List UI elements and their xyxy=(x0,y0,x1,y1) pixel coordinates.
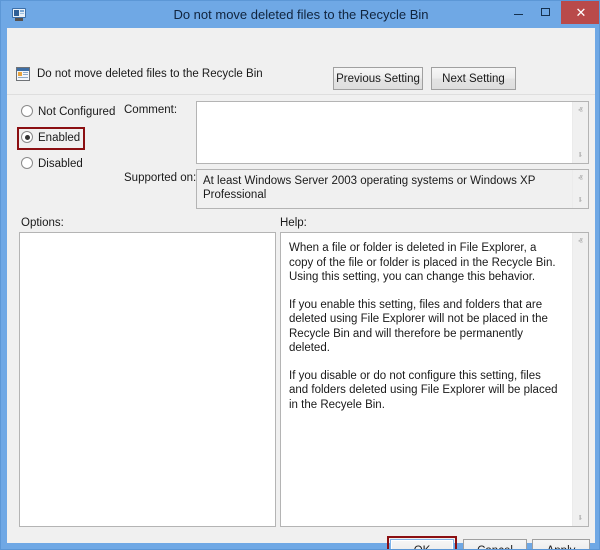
radio-not-configured-label: Not Configured xyxy=(38,106,116,118)
supported-on-field: At least Windows Server 2003 operating s… xyxy=(196,169,589,209)
previous-setting-button[interactable]: Previous Setting xyxy=(333,67,423,90)
help-paragraph: When a file or folder is deleted in File… xyxy=(289,242,556,283)
help-scrollbar[interactable]: ⱏ ⱛ xyxy=(572,233,588,526)
supported-on-scrollbar[interactable]: ⱏ ⱛ xyxy=(572,170,588,208)
setting-name: Do not move deleted files to the Recycle… xyxy=(37,68,263,80)
minimize-icon xyxy=(514,14,523,15)
comment-input[interactable]: ⱏ ⱛ xyxy=(196,101,589,164)
policy-setting-icon xyxy=(15,66,31,82)
radio-disabled-indicator xyxy=(21,157,33,169)
title-bar: Do not move deleted files to the Recycle… xyxy=(1,1,599,28)
radio-not-configured[interactable]: Not Configured xyxy=(21,104,115,121)
scroll-down-icon[interactable]: ⱛ xyxy=(573,147,588,163)
maximize-icon xyxy=(541,8,550,16)
policy-setting-window: Do not move deleted files to the Recycle… xyxy=(0,0,600,550)
close-icon: ✕ xyxy=(575,5,587,20)
radio-enabled-label: Enabled xyxy=(38,132,81,144)
help-paragraph: If you disable or do not configure this … xyxy=(289,369,558,411)
help-paragraph: If you enable this setting, files and fo… xyxy=(289,298,548,355)
header-separator xyxy=(7,94,595,95)
comment-label: Comment: xyxy=(124,104,178,116)
help-label: Help: xyxy=(280,217,307,229)
options-label: Options: xyxy=(21,217,64,229)
dialog-body: Do not move deleted files to the Recycle… xyxy=(7,28,595,549)
supported-on-label: Supported on: xyxy=(124,172,197,184)
next-setting-button[interactable]: Next Setting xyxy=(431,67,516,90)
radio-disabled[interactable]: Disabled xyxy=(21,156,83,173)
ok-button[interactable]: OK xyxy=(390,539,454,549)
scroll-down-icon[interactable]: ⱛ xyxy=(573,192,588,208)
close-button[interactable]: ✕ xyxy=(561,1,599,24)
radio-enabled[interactable]: Enabled xyxy=(21,130,80,147)
scroll-up-icon[interactable]: ⱏ xyxy=(573,233,588,249)
maximize-button[interactable] xyxy=(531,1,561,24)
radio-not-configured-indicator xyxy=(21,105,33,117)
radio-enabled-indicator xyxy=(21,131,33,143)
apply-button[interactable]: Apply xyxy=(532,539,590,549)
help-panel[interactable]: When a file or folder is deleted in File… xyxy=(280,232,589,527)
scroll-down-icon[interactable]: ⱛ xyxy=(573,510,588,526)
comment-scrollbar[interactable]: ⱏ ⱛ xyxy=(572,102,588,163)
radio-disabled-label: Disabled xyxy=(38,158,83,170)
scroll-up-icon[interactable]: ⱏ xyxy=(573,170,588,186)
help-text: When a file or folder is deleted in File… xyxy=(289,241,561,412)
options-panel[interactable] xyxy=(19,232,276,527)
supported-on-value: At least Windows Server 2003 operating s… xyxy=(203,175,536,201)
minimize-button[interactable] xyxy=(503,1,533,24)
cancel-button[interactable]: Cancel xyxy=(463,539,527,549)
scroll-up-icon[interactable]: ⱏ xyxy=(573,102,588,118)
